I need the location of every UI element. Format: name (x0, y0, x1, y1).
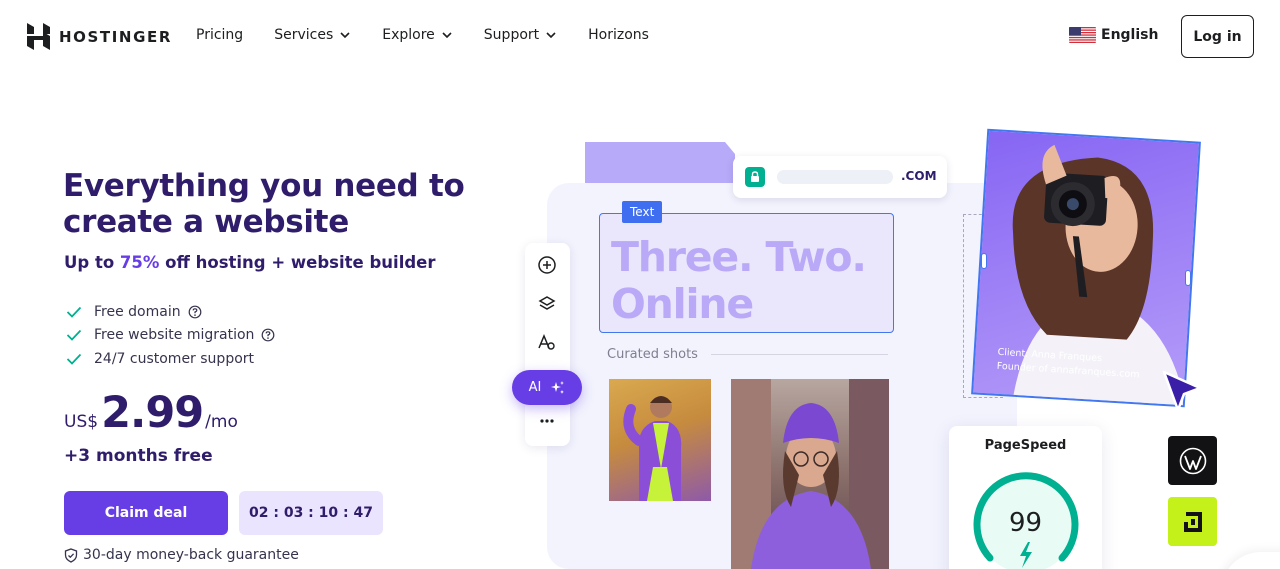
wordpress-badge (1168, 436, 1217, 485)
nav-link-label: Explore (382, 27, 435, 43)
domain-url-bar: .COM (733, 156, 947, 198)
nav-link-explore[interactable]: Explore (382, 27, 453, 43)
domain-extension: .COM (901, 169, 937, 183)
chevron-down-icon (340, 32, 350, 39)
us-flag-icon (1069, 27, 1096, 43)
login-button[interactable]: Log in (1181, 15, 1254, 58)
price: US$ 2.99 /mo (64, 388, 238, 438)
text-style-icon[interactable] (537, 333, 557, 353)
price-amount: 2.99 (101, 388, 204, 438)
divider (711, 354, 888, 355)
text-element-tag: Text (622, 201, 663, 223)
help-circle-icon[interactable] (188, 305, 202, 319)
cursor-arrow-icon (1162, 370, 1202, 412)
feature-label: 24/7 customer support (94, 350, 255, 367)
layers-icon[interactable] (537, 294, 557, 314)
nav-link-horizons[interactable]: Horizons (588, 27, 649, 43)
bonus-offer: +3 months free (64, 446, 213, 466)
folder-tab-decoration (585, 142, 735, 183)
feature-label: Free domain (94, 303, 181, 320)
chevron-down-icon (546, 32, 556, 39)
more-icon[interactable] (537, 411, 557, 431)
feature-label: Free website migration (94, 327, 255, 344)
add-icon[interactable] (537, 255, 557, 275)
pagespeed-card: PageSpeed 99 (949, 426, 1102, 569)
hero-title: Everything you need to create a website (63, 168, 465, 240)
check-icon (66, 330, 82, 342)
hostinger-logo-icon (27, 23, 50, 50)
nav-link-label: Services (274, 27, 334, 43)
shield-check-icon (64, 547, 78, 563)
logo-wordmark: HOSTINGER (59, 27, 172, 46)
check-icon (66, 353, 82, 365)
hero-subtitle: Up to 75% off hosting + website builder (64, 253, 435, 272)
url-placeholder (777, 170, 893, 184)
price-period: /mo (205, 412, 238, 432)
nav-link-support[interactable]: Support (484, 27, 557, 43)
language-label: English (1101, 27, 1159, 43)
chevron-down-icon (442, 32, 452, 39)
list-item: 24/7 customer support (66, 347, 275, 371)
corner-decoration (1221, 552, 1280, 569)
hostinger-logo[interactable]: HOSTINGER (27, 23, 172, 50)
resize-handle[interactable] (981, 253, 987, 269)
ai-label: AI (528, 380, 542, 395)
builder-toolbar (525, 243, 570, 446)
nav-link-label: Horizons (588, 27, 649, 43)
nav-links: Pricing Services Explore Support Horizon… (196, 27, 680, 43)
horizons-badge (1168, 497, 1217, 546)
list-item: Free domain (66, 300, 275, 324)
preview-headline: Three. Two. Online (611, 233, 867, 328)
list-item: Free website migration (66, 324, 275, 348)
price-currency: US$ (64, 412, 99, 432)
client-portrait-photo: Client: Anna Franques Founder of annafra… (971, 128, 1201, 408)
subtitle-suffix: off hosting + website builder (159, 253, 436, 272)
horizons-logo-icon (1183, 511, 1202, 532)
curated-shots-label: Curated shots (607, 347, 698, 362)
discount-highlight: 75% (119, 253, 160, 272)
nav-link-label: Support (483, 27, 540, 43)
money-back-guarantee: 30-day money-back guarantee (64, 547, 299, 563)
top-navigation: HOSTINGER Pricing Services Explore Suppo… (0, 0, 1280, 72)
countdown-timer: 02 : 03 : 10 : 47 (239, 491, 383, 535)
fashion-photo-purple-beanie (731, 379, 889, 569)
wordpress-icon (1179, 447, 1206, 474)
guarantee-label: 30-day money-back guarantee (83, 547, 299, 563)
pagespeed-title: PageSpeed (984, 438, 1067, 453)
subtitle-prefix: Up to (64, 253, 120, 272)
sparkles-icon (551, 380, 565, 394)
ai-button[interactable]: AI (512, 370, 582, 405)
nav-link-pricing[interactable]: Pricing (196, 27, 243, 43)
resize-handle[interactable] (1185, 270, 1191, 286)
fashion-photo-purple-suit (609, 379, 711, 501)
feature-list: Free domain Free website migration 24/7 … (66, 300, 275, 371)
nav-link-services[interactable]: Services (274, 27, 351, 43)
lock-icon (745, 167, 765, 187)
language-selector[interactable]: English (1069, 27, 1158, 43)
pagespeed-score: 99 (1008, 508, 1043, 538)
nav-link-label: Pricing (196, 27, 244, 43)
check-icon (66, 306, 82, 318)
help-circle-icon[interactable] (261, 328, 275, 342)
claim-deal-button[interactable]: Claim deal (64, 491, 228, 535)
